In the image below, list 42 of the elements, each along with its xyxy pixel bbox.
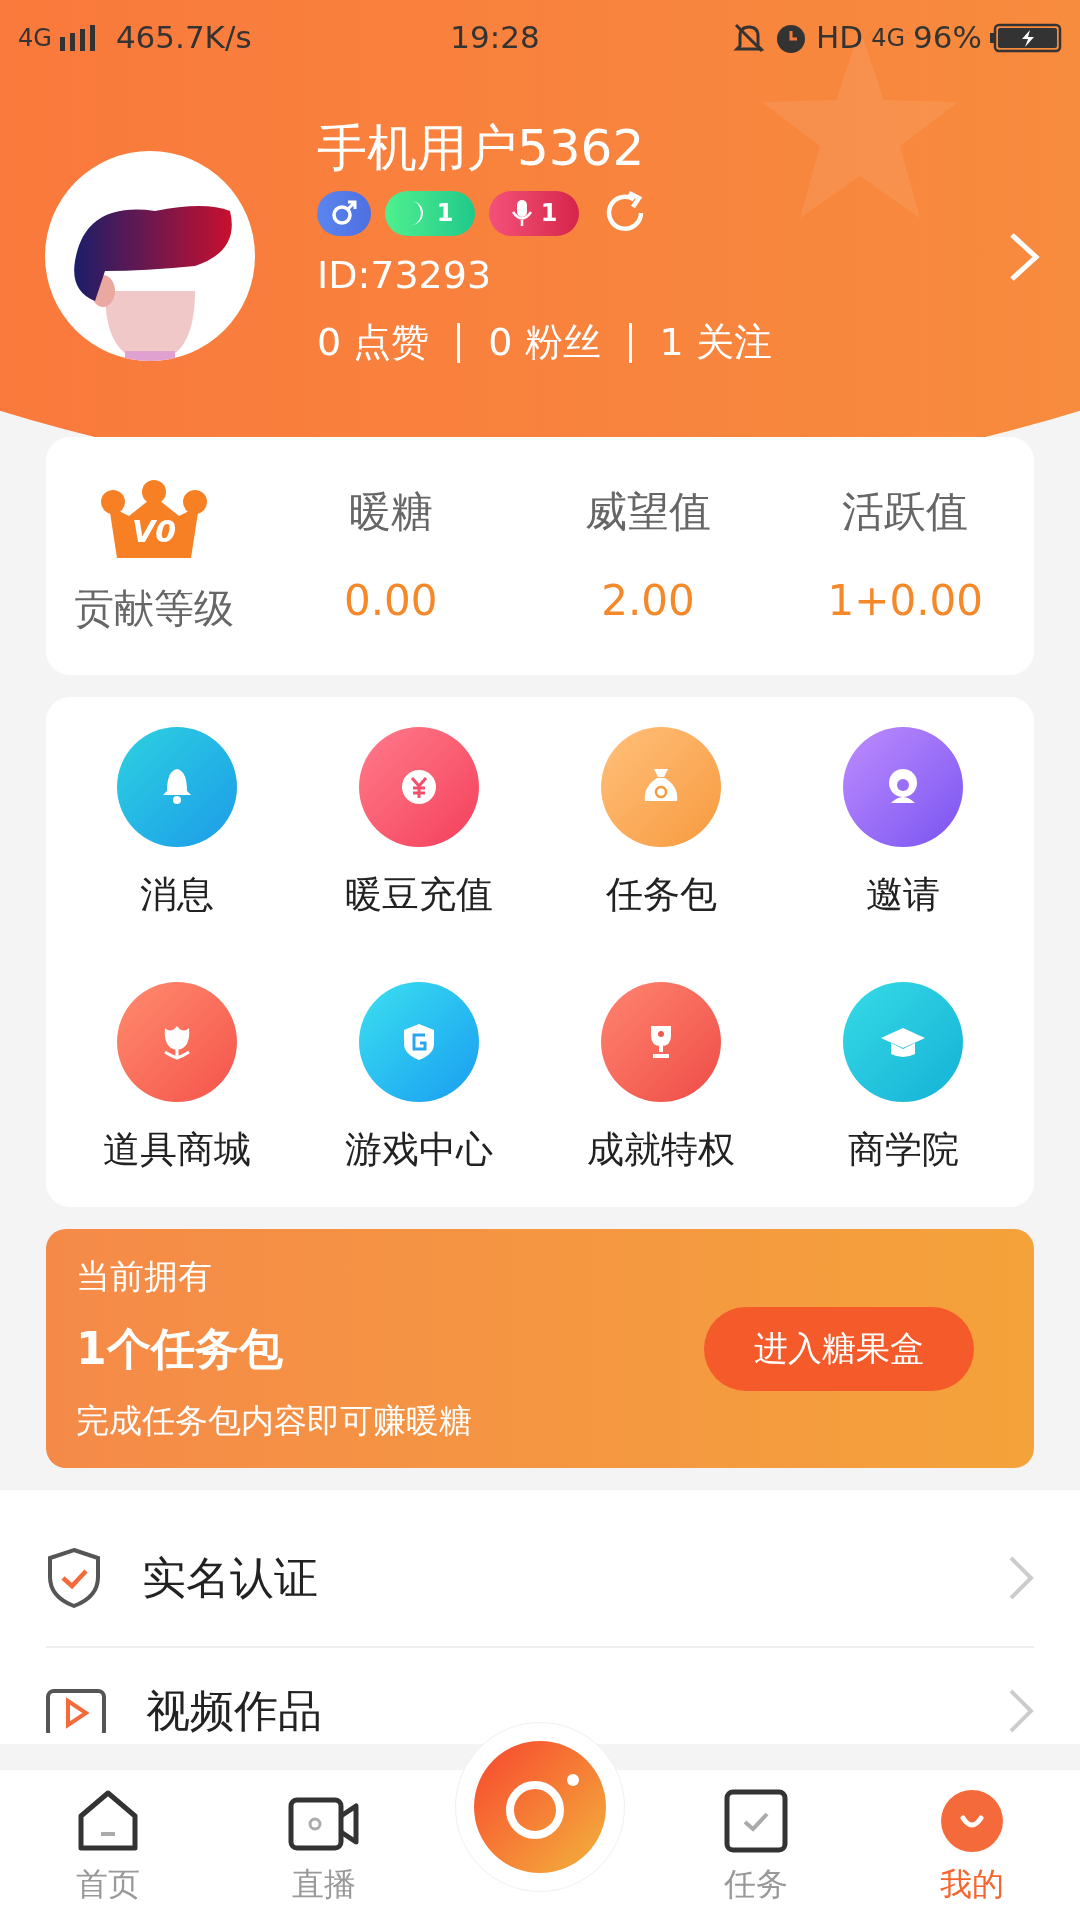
feature-label[interactable]: 邀请 [866,867,940,923]
network-speed: 465.7K/s [115,18,252,58]
video-play-icon [46,1689,106,1733]
feature-label[interactable]: 游戏中心 [345,1122,493,1178]
chevron-right-icon[interactable] [1008,1688,1034,1734]
metric-value: 2.00 [601,575,695,627]
network-label: 4G [871,22,906,54]
metric-value: 0.00 [343,575,438,627]
level-label: 贡献等级 [74,584,234,633]
hd-label: HD [816,18,864,58]
feature-label[interactable]: 商学院 [847,1122,959,1178]
metric-label: 活跃值 [842,486,969,538]
feature-label[interactable]: 成就特权 [587,1122,735,1178]
banner-title: 1个任务包 [76,1322,284,1377]
metric-label: 威望值 [585,486,711,538]
male-icon [330,199,358,227]
microphone-icon [510,199,533,227]
clock: 19:28 [449,18,541,58]
feature-label[interactable]: 道具商城 [103,1122,251,1178]
battery-charging-icon [990,22,1062,53]
metric-value: 1+0.00 [827,575,984,627]
signal-icon [59,24,96,51]
feature-label[interactable]: 消息 [140,867,214,923]
chevron-right-icon[interactable] [1008,1555,1034,1601]
smile-icon [939,1788,1005,1854]
banner-subtitle: 完成任务包内容即可赚暖糖 [76,1400,473,1443]
chevron-right-icon[interactable] [1008,231,1040,283]
metric-label: 暖糖 [348,486,433,538]
badge-count: 1 [540,198,558,229]
network-label: 4G [18,22,52,54]
badge-count: 1 [436,198,454,229]
user-name: 手机用户5362 [317,118,646,179]
banner-caption: 当前拥有 [76,1255,213,1299]
camera-lens-button[interactable] [473,1740,607,1874]
feature-label[interactable]: 任务包 [605,867,717,923]
feature-label[interactable]: 暖豆充值 [345,867,493,923]
battery-percent: 96% [913,18,982,58]
shield-check-icon [46,1547,102,1609]
menu-item-label[interactable]: 实名认证 [142,1545,1008,1611]
user-id: ID:73293 [317,252,493,299]
checkbox-icon [723,1788,789,1854]
menu-item-label[interactable]: 视频作品 [146,1678,1008,1744]
